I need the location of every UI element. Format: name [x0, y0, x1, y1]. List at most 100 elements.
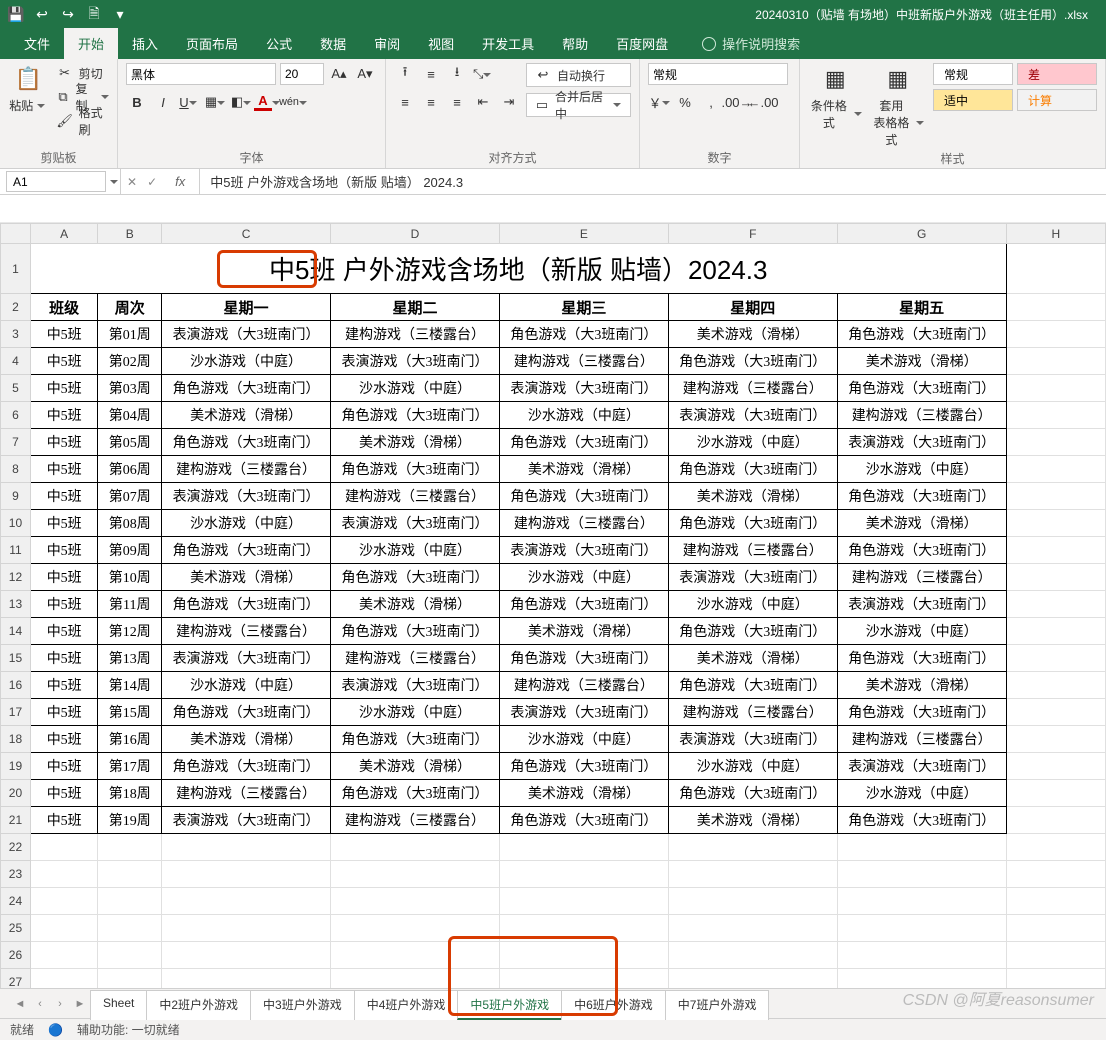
- row-header[interactable]: 13: [1, 591, 31, 618]
- table-header-cell[interactable]: 星期五: [837, 294, 1006, 321]
- sheet-tab[interactable]: Sheet: [90, 990, 147, 1020]
- table-cell[interactable]: 第03周: [98, 375, 162, 402]
- table-cell[interactable]: 建构游戏（三楼露台）: [837, 726, 1006, 753]
- cell[interactable]: [331, 969, 500, 989]
- table-cell[interactable]: 角色游戏（大3班南门）: [162, 753, 331, 780]
- table-cell[interactable]: 角色游戏（大3班南门）: [668, 780, 837, 807]
- table-cell[interactable]: 建构游戏（三楼露台）: [499, 348, 668, 375]
- cancel-icon[interactable]: ✕: [127, 175, 137, 189]
- table-cell[interactable]: 第13周: [98, 645, 162, 672]
- cell[interactable]: [499, 861, 668, 888]
- table-cell[interactable]: 第07周: [98, 483, 162, 510]
- table-cell[interactable]: 中5班: [30, 429, 98, 456]
- font-size-combo[interactable]: [280, 63, 324, 85]
- enter-icon[interactable]: ✓: [147, 175, 157, 189]
- row-header[interactable]: 9: [1, 483, 31, 510]
- cell[interactable]: [837, 861, 1006, 888]
- table-cell[interactable]: 中5班: [30, 618, 98, 645]
- cell[interactable]: [499, 915, 668, 942]
- table-cell[interactable]: 角色游戏（大3班南门）: [499, 321, 668, 348]
- ribbon-tab-页面布局[interactable]: 页面布局: [172, 28, 252, 59]
- sheet-nav-next-icon[interactable]: ›: [52, 996, 68, 1012]
- row-header[interactable]: 17: [1, 699, 31, 726]
- row-header[interactable]: 22: [1, 834, 31, 861]
- table-cell[interactable]: 角色游戏（大3班南门）: [668, 672, 837, 699]
- orientation-button[interactable]: ⤡: [472, 63, 494, 85]
- fill-color-button[interactable]: ◧: [230, 91, 252, 113]
- ribbon-tab-开发工具[interactable]: 开发工具: [468, 28, 548, 59]
- table-cell[interactable]: 第09周: [98, 537, 162, 564]
- table-cell[interactable]: 角色游戏（大3班南门）: [162, 699, 331, 726]
- cell[interactable]: [1006, 483, 1105, 510]
- row-header[interactable]: 12: [1, 564, 31, 591]
- cell-style-bad[interactable]: 差: [1017, 63, 1097, 85]
- table-cell[interactable]: 第10周: [98, 564, 162, 591]
- table-cell[interactable]: 第04周: [98, 402, 162, 429]
- table-cell[interactable]: 第02周: [98, 348, 162, 375]
- increase-decimal-button[interactable]: .00→: [726, 91, 748, 113]
- table-cell[interactable]: 中5班: [30, 645, 98, 672]
- table-cell[interactable]: 美术游戏（滑梯）: [331, 591, 500, 618]
- cell[interactable]: [30, 834, 98, 861]
- table-cell[interactable]: 中5班: [30, 402, 98, 429]
- table-cell[interactable]: 角色游戏（大3班南门）: [331, 780, 500, 807]
- table-cell[interactable]: 沙水游戏（中庭）: [499, 564, 668, 591]
- column-header[interactable]: H: [1006, 224, 1105, 244]
- cell[interactable]: [331, 861, 500, 888]
- customize-qat-icon[interactable]: ▾: [112, 7, 128, 23]
- cell[interactable]: [1006, 672, 1105, 699]
- table-cell[interactable]: 沙水游戏（中庭）: [837, 456, 1006, 483]
- table-cell[interactable]: 表演游戏（大3班南门）: [837, 753, 1006, 780]
- table-cell[interactable]: 建构游戏（三楼露台）: [162, 780, 331, 807]
- cell[interactable]: [1006, 915, 1105, 942]
- table-cell[interactable]: 沙水游戏（中庭）: [668, 591, 837, 618]
- table-cell[interactable]: 中5班: [30, 672, 98, 699]
- cell[interactable]: [1006, 780, 1105, 807]
- cell[interactable]: [162, 861, 331, 888]
- cell[interactable]: [1006, 537, 1105, 564]
- cell[interactable]: [1006, 618, 1105, 645]
- table-cell[interactable]: 角色游戏（大3班南门）: [331, 726, 500, 753]
- bold-button[interactable]: B: [126, 91, 148, 113]
- decrease-decimal-button[interactable]: ←.00: [752, 91, 774, 113]
- cell[interactable]: [162, 915, 331, 942]
- table-cell[interactable]: 中5班: [30, 726, 98, 753]
- cell[interactable]: [331, 888, 500, 915]
- sheet-tab[interactable]: 中2班户外游戏: [146, 990, 251, 1020]
- sheet-tab[interactable]: 中3班户外游戏: [250, 990, 355, 1020]
- align-left-button[interactable]: ≡: [394, 91, 416, 113]
- column-header[interactable]: C: [162, 224, 331, 244]
- undo-icon[interactable]: ↩: [34, 7, 50, 23]
- ribbon-tab-数据[interactable]: 数据: [306, 28, 360, 59]
- cell[interactable]: [1006, 699, 1105, 726]
- table-cell[interactable]: 建构游戏（三楼露台）: [837, 564, 1006, 591]
- table-cell[interactable]: 角色游戏（大3班南门）: [162, 537, 331, 564]
- align-middle-button[interactable]: ≡: [420, 63, 442, 85]
- cell[interactable]: [1006, 645, 1105, 672]
- row-header[interactable]: 18: [1, 726, 31, 753]
- row-header[interactable]: 6: [1, 402, 31, 429]
- table-cell[interactable]: 美术游戏（滑梯）: [162, 726, 331, 753]
- table-cell[interactable]: 表演游戏（大3班南门）: [668, 726, 837, 753]
- sheet-tab[interactable]: 中4班户外游戏: [354, 990, 459, 1020]
- cell[interactable]: [837, 888, 1006, 915]
- paste-button[interactable]: 📋 粘贴: [8, 63, 49, 114]
- redo-icon[interactable]: ↪: [60, 7, 76, 23]
- format-as-table-button[interactable]: ▦ 套用 表格格式: [871, 63, 926, 148]
- table-cell[interactable]: 建构游戏（三楼露台）: [162, 618, 331, 645]
- cell[interactable]: [1006, 834, 1105, 861]
- namebox-dropdown-icon[interactable]: [110, 177, 120, 187]
- table-cell[interactable]: 角色游戏（大3班南门）: [837, 645, 1006, 672]
- table-cell[interactable]: 美术游戏（滑梯）: [499, 780, 668, 807]
- sheet-title-cell[interactable]: 中5班 户外游戏含场地（新版 贴墙）2024.3: [30, 244, 1006, 294]
- underline-button[interactable]: U: [178, 91, 200, 113]
- cell-style-neutral[interactable]: 适中: [933, 89, 1013, 111]
- fx-icon[interactable]: fx: [167, 174, 193, 189]
- column-header[interactable]: E: [499, 224, 668, 244]
- cell[interactable]: [30, 888, 98, 915]
- table-header-cell[interactable]: 星期三: [499, 294, 668, 321]
- row-header[interactable]: 7: [1, 429, 31, 456]
- table-cell[interactable]: 角色游戏（大3班南门）: [668, 510, 837, 537]
- table-cell[interactable]: 美术游戏（滑梯）: [668, 807, 837, 834]
- cell[interactable]: [837, 915, 1006, 942]
